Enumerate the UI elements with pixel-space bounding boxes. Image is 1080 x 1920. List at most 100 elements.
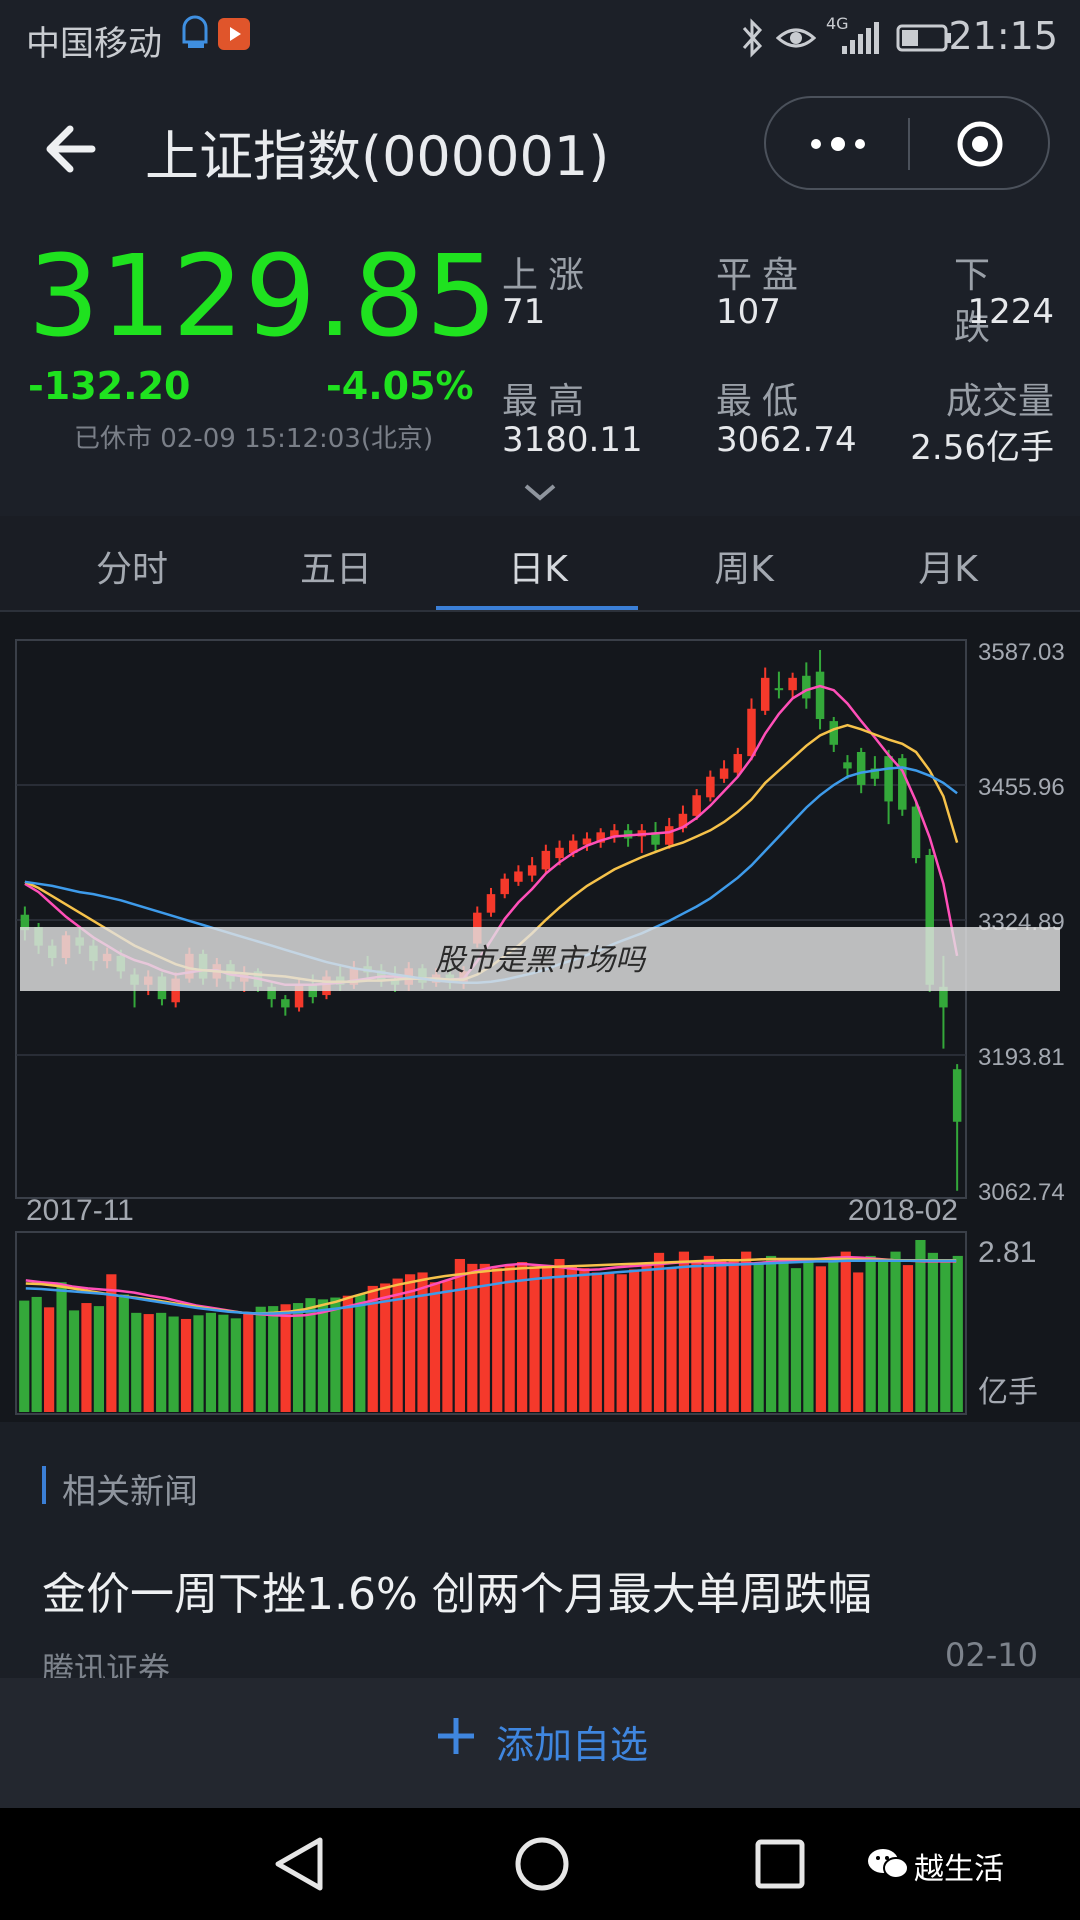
overlay-caption: 股市是黑市场吗 <box>435 943 647 978</box>
candle-body <box>788 677 797 691</box>
stat-value-high: 3180.11 <box>502 420 643 460</box>
tab-five-day[interactable]: 五日 <box>236 540 436 592</box>
volume-bar <box>877 1260 889 1412</box>
expand-chevron-icon[interactable] <box>520 480 560 504</box>
volume-bar <box>81 1303 92 1412</box>
candle-body <box>281 999 290 1008</box>
more-options-icon[interactable] <box>806 130 870 158</box>
volume-bar <box>753 1263 764 1412</box>
volume-bar <box>56 1282 67 1412</box>
volume-bar <box>218 1314 229 1412</box>
volume-bar <box>342 1295 353 1412</box>
volume-bar <box>268 1306 279 1412</box>
volume-bars <box>19 1240 963 1412</box>
stat-label-up: 上涨 <box>502 255 595 296</box>
chart-area[interactable]: 3587.03 3455.96 3324.89 3193.81 3062.74 2017… <box>0 612 1080 1422</box>
related-news-section: 相关新闻 金价一周下挫1.6% 创两个月最大单周跌幅 腾讯证券 02-10 <box>0 1422 1080 1688</box>
candle-body <box>856 751 866 785</box>
volume-bar <box>741 1251 752 1412</box>
volume-bar <box>902 1265 914 1412</box>
stat-label-low: 最低 <box>716 381 809 422</box>
volume-bar <box>230 1318 241 1412</box>
tab-daily-k[interactable]: 日K <box>438 540 638 592</box>
volume-max-label: 2.81 <box>978 1236 1036 1269</box>
candle-body <box>747 708 756 757</box>
price-change-percent: -4.05% <box>326 364 474 408</box>
volume-bar <box>554 1258 565 1412</box>
volume-bar <box>442 1280 453 1412</box>
back-arrow-icon[interactable] <box>40 114 110 184</box>
candle-body <box>760 677 770 711</box>
candle-body <box>486 894 496 913</box>
candle-body <box>692 795 701 816</box>
tab-monthly-k[interactable]: 月K <box>848 540 1048 592</box>
volume-bar <box>566 1266 578 1412</box>
x-start-label: 2017-11 <box>26 1194 134 1227</box>
volume-bar <box>292 1303 304 1412</box>
volume-bar <box>180 1318 192 1412</box>
candle-body <box>815 671 825 720</box>
volume-bar <box>330 1297 341 1412</box>
volume-bar <box>604 1272 615 1412</box>
wechat-logo-icon <box>866 1846 910 1886</box>
volume-bar <box>317 1299 329 1412</box>
candle-body <box>952 1069 962 1122</box>
bluetooth-icon <box>740 18 766 66</box>
volume-bar <box>355 1294 366 1412</box>
stat-label-volume: 成交量 <box>945 381 1054 422</box>
volume-bar <box>429 1282 441 1412</box>
stat-label-high: 最高 <box>502 381 595 422</box>
volume-bar <box>591 1272 602 1412</box>
kline-frame <box>15 639 967 1199</box>
volume-bar <box>716 1260 727 1412</box>
nav-back-icon[interactable] <box>272 1834 328 1898</box>
stat-label-flat: 平盘 <box>716 255 809 296</box>
volume-bar <box>504 1265 515 1412</box>
volume-bar <box>678 1251 690 1412</box>
volume-bar <box>131 1312 142 1412</box>
close-miniprogram-icon[interactable] <box>956 120 1004 168</box>
volume-bar <box>853 1272 864 1412</box>
stat-value-low: 3062.74 <box>716 420 857 460</box>
carrier-name: 中国移动 <box>26 24 162 64</box>
news-heading: 相关新闻 <box>62 1472 198 1512</box>
volume-bar <box>790 1268 802 1412</box>
add-watchlist-button[interactable]: 添加自选 <box>0 1678 1080 1808</box>
kline-chart[interactable]: 3587.033455.963324.893193.813062.74 2017… <box>0 612 1080 1422</box>
volume-bar <box>205 1312 217 1412</box>
stat-value-down: 1224 <box>967 292 1054 332</box>
watermark-brand: 越生活 <box>914 1852 1004 1887</box>
volume-bar <box>517 1262 528 1412</box>
volume-bar <box>193 1315 204 1412</box>
volume-bar <box>118 1294 129 1412</box>
tab-weekly-k[interactable]: 周K <box>644 540 844 592</box>
eye-comfort-icon <box>775 18 817 66</box>
volume-bar <box>915 1240 926 1412</box>
volume-bar <box>828 1262 839 1412</box>
volume-bar <box>68 1310 80 1412</box>
volume-bar <box>616 1274 627 1412</box>
volume-bar <box>629 1269 640 1412</box>
news-item-title[interactable]: 金价一周下挫1.6% 创两个月最大单周跌幅 <box>42 1558 872 1622</box>
candle-body <box>843 762 852 769</box>
volume-bar <box>541 1265 553 1412</box>
volume-bar <box>778 1260 789 1412</box>
volume-bar <box>492 1268 503 1412</box>
nav-home-icon[interactable] <box>512 1834 572 1898</box>
candle-body <box>719 768 729 779</box>
volume-bar <box>417 1272 428 1412</box>
miniprogram-capsule <box>764 96 1050 190</box>
page-title: 上证指数(000001) <box>145 125 610 188</box>
candle-body <box>664 826 674 845</box>
nav-recents-icon[interactable] <box>754 1838 806 1894</box>
kline-y-ticks: 3587.033455.963324.893193.813062.74 <box>978 639 1065 1206</box>
volume-bar <box>454 1258 465 1412</box>
volume-bar <box>19 1300 30 1412</box>
volume-bar <box>803 1262 814 1412</box>
stat-value-volume: 2.56亿手 <box>910 428 1054 468</box>
candle-body <box>774 688 784 691</box>
system-nav-bar: 越生活 <box>0 1808 1080 1920</box>
tab-intraday[interactable]: 分时 <box>32 540 232 592</box>
volume-bar <box>404 1274 416 1412</box>
candle-body <box>500 878 509 895</box>
